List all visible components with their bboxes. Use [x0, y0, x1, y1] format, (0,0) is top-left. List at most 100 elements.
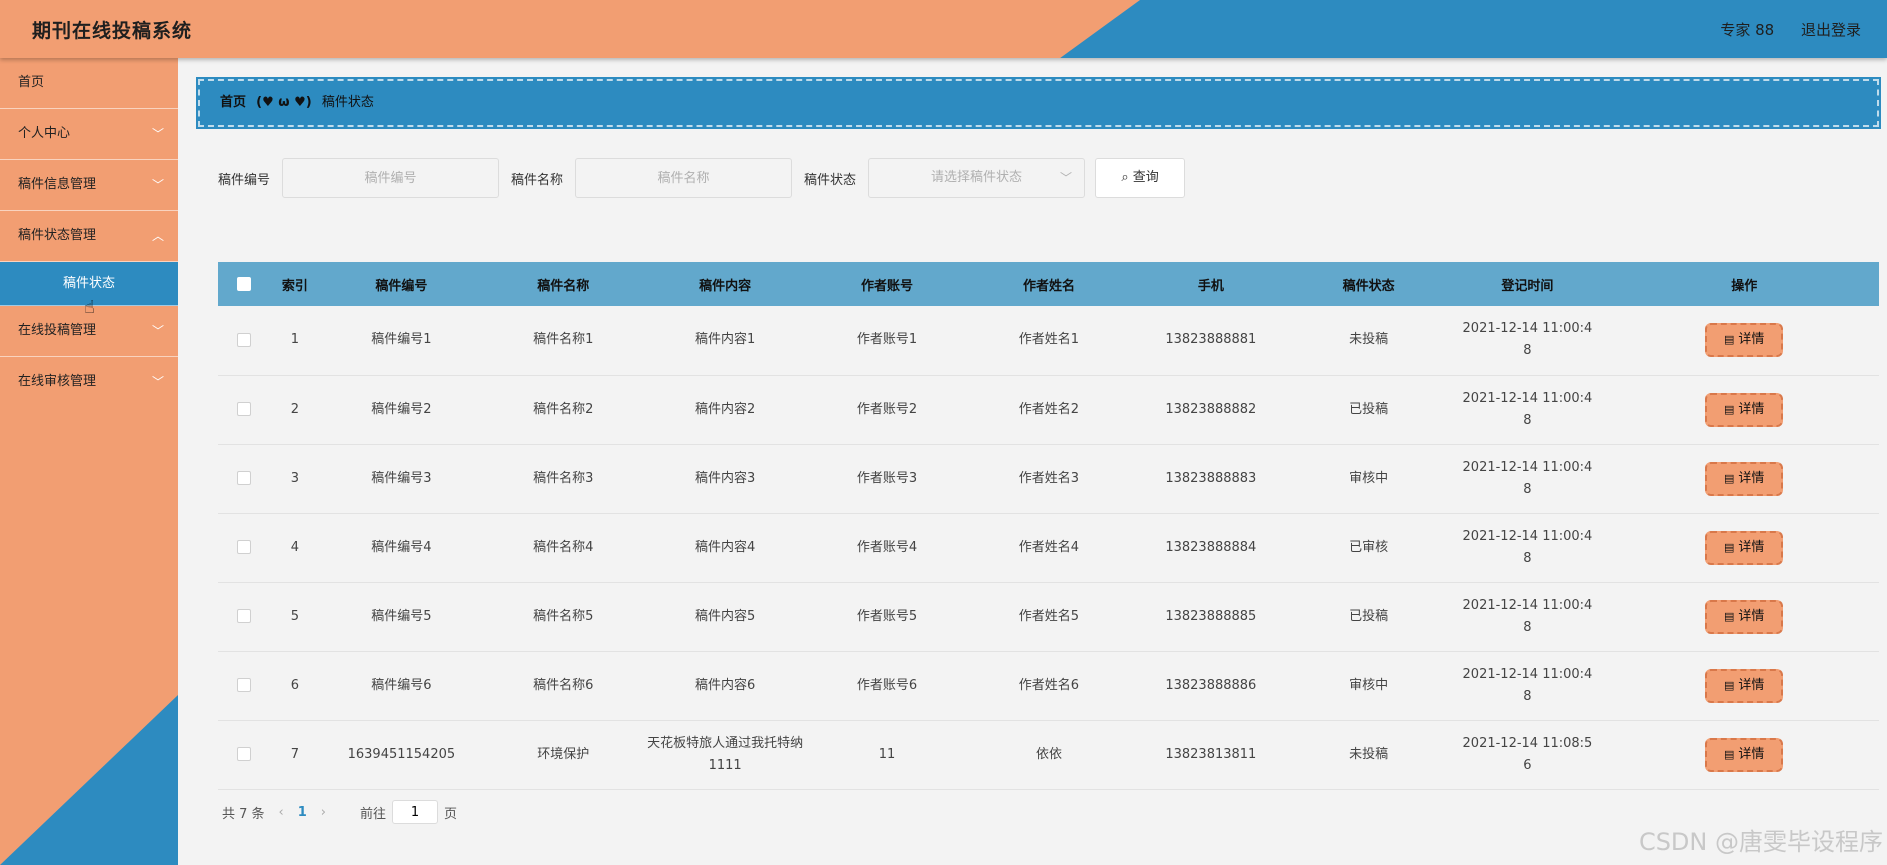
cell-author: 作者姓名1: [1018, 332, 1080, 348]
detail-button-label: 详情: [1738, 332, 1765, 348]
detail-button-label: 详情: [1738, 470, 1765, 486]
cell-content: 天花板特旅人通过我托特纳1111: [647, 735, 804, 773]
time-line-1: 2021-12-14 11:00:4: [1462, 666, 1593, 682]
row-checkbox[interactable]: [236, 747, 251, 761]
row-checkbox[interactable]: [236, 471, 251, 485]
breadcrumb: 首页 (♥ ω ♥) 稿件状态: [196, 77, 1881, 129]
table-header-row: 索引 稿件编号 稿件名称 稿件内容 作者账号 作者姓名 手机 稿件状态 登记时间…: [218, 262, 1879, 306]
row-checkbox[interactable]: [236, 609, 251, 623]
sidebar-item-label: 首页: [18, 75, 45, 90]
breadcrumb-separator: (♥ ω ♥): [256, 95, 312, 110]
sidebar-item-label: 在线审核管理: [18, 374, 97, 389]
detail-button[interactable]: ▤ 详情: [1705, 737, 1784, 772]
row-checkbox[interactable]: [236, 678, 251, 692]
sidebar-subitem-manuscript-status[interactable]: 稿件状态 ☝: [0, 262, 178, 318]
time-line-1: 2021-12-14 11:00:4: [1462, 528, 1593, 544]
row-select-cell: [218, 513, 269, 582]
code-input[interactable]: [282, 158, 500, 198]
cell-code: 1639451154205: [347, 746, 456, 762]
sidebar-item-online-review[interactable]: 在线审核管理 ﹀: [0, 357, 178, 408]
time-line-2: 8: [1523, 550, 1532, 566]
chevron-down-icon: ﹀: [151, 178, 164, 192]
detail-button[interactable]: ▤ 详情: [1705, 530, 1784, 565]
cell-actions: ▤ 详情: [1609, 513, 1879, 582]
cell-index: 6: [290, 677, 299, 693]
next-page-button[interactable]: ›: [321, 805, 326, 820]
row-checkbox[interactable]: [236, 332, 251, 347]
cell-code: 稿件编号3: [371, 470, 432, 486]
cell-time: 2021-12-14 11:00:4 8: [1445, 306, 1609, 375]
cell-content: 稿件内容6: [695, 677, 756, 693]
column-header: 手机: [1197, 278, 1224, 294]
cell-name: 稿件名称5: [533, 608, 594, 624]
column-header: 索引: [281, 278, 308, 294]
detail-button[interactable]: ▤ 详情: [1705, 668, 1784, 703]
document-icon: ▤: [1723, 540, 1735, 554]
cell-name: 稿件名称4: [533, 539, 594, 555]
cell-phone: 13823813811: [1165, 746, 1257, 762]
cell-status: 审核中: [1349, 470, 1389, 486]
breadcrumb-home[interactable]: 首页: [220, 95, 246, 110]
sidebar-item-home[interactable]: 首页: [0, 58, 178, 109]
cell-index: 4: [290, 539, 299, 555]
row-select-cell: [218, 444, 269, 513]
column-header: 稿件状态: [1342, 278, 1395, 294]
chevron-down-icon: ﹀: [151, 127, 164, 141]
watermark: CSDN @唐雯毕设程序: [1638, 828, 1883, 856]
cell-phone: 13823888882: [1165, 401, 1257, 417]
sidebar-item-online-submission[interactable]: 在线投稿管理 ﹀: [0, 306, 178, 357]
cell-code: 稿件编号5: [371, 608, 432, 624]
detail-button-label: 详情: [1738, 746, 1765, 762]
detail-button-label: 详情: [1738, 539, 1765, 555]
cell-time: 2021-12-14 11:00:4 8: [1445, 651, 1609, 720]
time-line-2: 8: [1523, 343, 1532, 359]
sidebar-item-personal-center[interactable]: 个人中心 ﹀: [0, 109, 178, 160]
detail-button[interactable]: ▤ 详情: [1705, 323, 1784, 358]
cell-content: 稿件内容5: [695, 608, 756, 624]
sidebar-item-manuscript-info[interactable]: 稿件信息管理 ﹀: [0, 160, 178, 211]
name-input[interactable]: [575, 158, 793, 198]
sidebar-item-manuscript-status-mgmt[interactable]: 稿件状态管理 ︿: [0, 211, 178, 262]
query-button[interactable]: ⌕ 查询: [1095, 158, 1186, 198]
status-select[interactable]: 请选择稿件状态 ﹀: [868, 158, 1086, 198]
column-header: 作者姓名: [1022, 278, 1075, 294]
sidebar-item-label: 稿件状态管理: [18, 228, 97, 243]
table-row: 6 稿件编号6 稿件名称6 稿件内容6 作者账号6 作者姓名6 13823888886 审核中…: [218, 651, 1879, 720]
detail-button[interactable]: ▤ 详情: [1705, 599, 1784, 634]
document-icon: ▤: [1723, 471, 1735, 485]
column-header: 作者账号: [861, 278, 914, 294]
row-checkbox[interactable]: [236, 402, 251, 416]
top-header: 期刊在线投稿系统 专家 88 退出登录: [0, 0, 1887, 58]
cell-account: 11: [878, 746, 896, 762]
sidebar-item-label: 在线投稿管理: [18, 323, 97, 338]
cell-code: 稿件编号1: [371, 332, 432, 348]
cell-account: 作者账号1: [856, 332, 918, 348]
cell-content: 稿件内容4: [695, 539, 756, 555]
table-row: 7 1639451154205 环境保护 天花板特旅人通过我托特纳1111 11 依依 13…: [218, 720, 1879, 789]
cell-actions: ▤ 详情: [1609, 306, 1879, 375]
cell-phone: 13823888884: [1165, 539, 1257, 555]
page-number[interactable]: 1: [298, 805, 307, 820]
query-button-label: 查询: [1132, 170, 1159, 185]
logout-link[interactable]: 退出登录: [1801, 21, 1861, 39]
detail-button[interactable]: ▤ 详情: [1705, 392, 1784, 427]
detail-button[interactable]: ▤ 详情: [1705, 461, 1784, 496]
column-header: 操作: [1731, 278, 1758, 294]
table-row: 1 稿件编号1 稿件名称1 稿件内容1 作者账号1 作者姓名1 13823888881 未投稿…: [218, 306, 1879, 375]
goto-label: 前往: [360, 806, 387, 822]
row-checkbox[interactable]: [236, 540, 251, 554]
cell-index: 3: [290, 470, 299, 486]
prev-page-button[interactable]: ‹: [279, 805, 284, 820]
row-select-cell: [218, 306, 269, 375]
goto-page-input[interactable]: [392, 800, 439, 824]
select-all-checkbox[interactable]: [236, 277, 251, 291]
chevron-down-icon: ﹀: [151, 375, 164, 389]
document-icon: ▤: [1723, 609, 1735, 623]
cell-index: 5: [290, 608, 299, 624]
cell-author: 作者姓名3: [1018, 470, 1080, 486]
cell-content: 稿件内容1: [695, 332, 756, 348]
status-select-placeholder: 请选择稿件状态: [931, 170, 1023, 185]
search-icon: ⌕: [1121, 170, 1129, 185]
cell-phone: 13823888883: [1165, 470, 1257, 486]
sidebar: 首页 个人中心 ﹀ 稿件信息管理 ﹀ 稿件状态管理 ︿ 稿件状态 ☝ 在线投稿管…: [0, 58, 178, 865]
